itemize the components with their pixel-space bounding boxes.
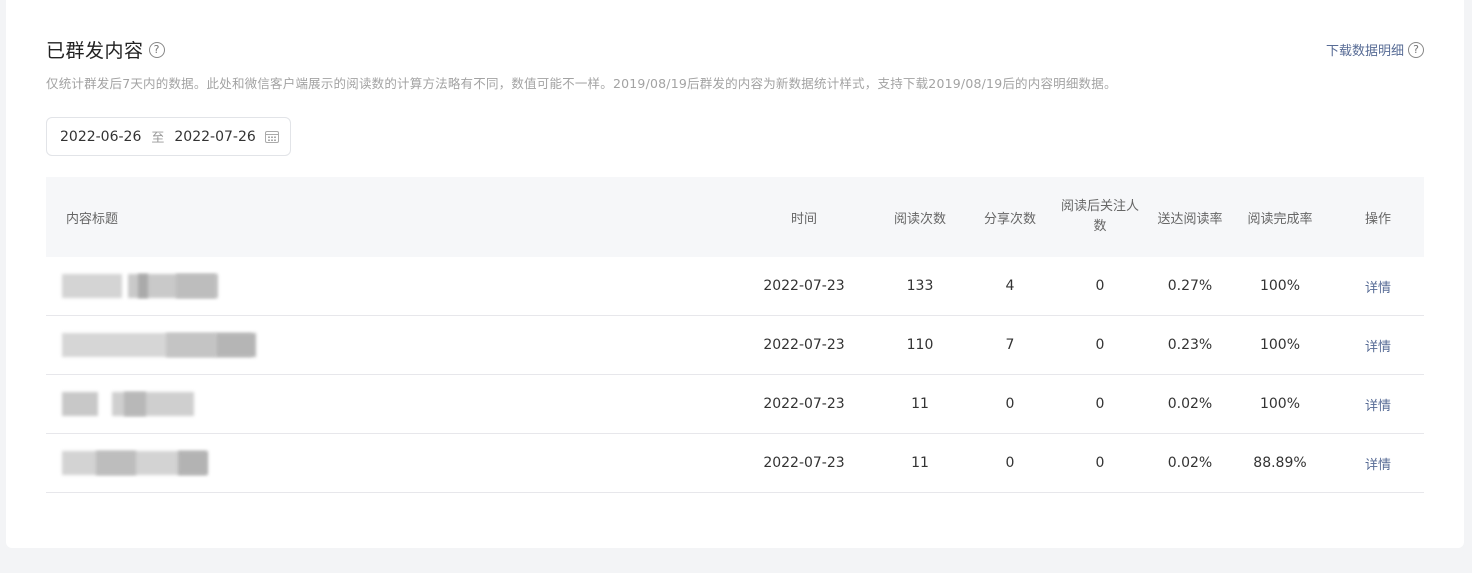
blurred-title [62,333,728,357]
help-icon[interactable]: ? [148,41,165,58]
title-cell[interactable] [46,333,728,357]
reads-cell: 11 [911,396,929,412]
col-completion-rate: 阅读完成率 [1247,211,1313,227]
reads-cell: 11 [911,455,929,471]
completion-rate-cell: 100% [1259,278,1301,294]
title-cell[interactable] [46,451,728,475]
delivery-rate-cell: 0.23% [1167,337,1213,353]
follows-cell: 0 [1095,278,1105,294]
blurred-title [62,451,728,475]
reads-cell: 110 [906,337,934,353]
col-delivery-rate: 送达阅读率 [1157,211,1223,227]
content-table: 内容标题 时间 阅读次数 分享次数 阅读后关注人数 送达阅读率 阅读完成率 操作… [46,177,1424,493]
details-link[interactable]: 详情 [1365,281,1391,296]
reads-cell: 133 [906,278,934,294]
details-link[interactable]: 详情 [1365,399,1391,414]
completion-rate-cell: 100% [1259,396,1301,412]
table-row: 2022-07-23 110 7 0 0.23% 100% 详情 [46,316,1424,375]
shares-cell: 4 [1005,278,1015,294]
title-row: 已群发内容 ? [46,36,165,63]
completion-rate-cell: 100% [1259,337,1301,353]
blurred-title [62,392,728,416]
table-row: 2022-07-23 11 0 0 0.02% 100% 详情 [46,375,1424,434]
description-text: 仅统计群发后7天内的数据。此处和微信客户端展示的阅读数的计算方法略有不同，数值可… [46,76,1117,91]
end-date[interactable]: 2022-07-26 [174,129,255,145]
download-help-icon[interactable]: ? [1408,41,1424,58]
col-action: 操作 [1364,211,1391,227]
table-row: 2022-07-23 133 4 0 0.27% 100% 详情 [46,257,1424,316]
delivery-rate-cell: 0.27% [1167,278,1213,294]
col-reads: 阅读次数 [893,211,946,227]
delivery-rate-cell: 0.02% [1167,396,1213,412]
details-link[interactable]: 详情 [1365,458,1391,473]
blurred-title [62,274,728,298]
time-cell: 2022-07-23 [763,337,845,353]
time-cell: 2022-07-23 [763,278,845,294]
title-cell[interactable] [46,274,728,298]
date-range-picker[interactable]: 2022-06-26 至 2022-07-26 [46,117,291,156]
calendar-icon[interactable] [265,130,279,143]
follows-cell: 0 [1095,455,1105,471]
col-follows: 阅读后关注人数 [1060,199,1139,234]
table-row: 2022-07-23 11 0 0 0.02% 88.89% 详情 [46,434,1424,493]
follows-cell: 0 [1095,396,1105,412]
shares-cell: 0 [1005,455,1015,471]
shares-cell: 0 [1005,396,1015,412]
delivery-rate-cell: 0.02% [1167,455,1213,471]
shares-cell: 7 [1005,337,1015,353]
date-separator: 至 [151,131,165,146]
details-link[interactable]: 详情 [1365,340,1391,355]
col-time: 时间 [790,211,817,227]
content-card: 已群发内容 ? 下载数据明细 ? 仅统计群发后7天内的数据。此处和微信客户端展示… [6,0,1464,548]
time-cell: 2022-07-23 [763,396,845,412]
download-label[interactable]: 下载数据明细 [1326,40,1404,59]
col-shares: 分享次数 [983,211,1036,227]
follows-cell: 0 [1095,337,1105,353]
download-details-button[interactable]: 下载数据明细 ? [1326,40,1424,59]
col-title: 内容标题 [66,211,119,227]
completion-rate-cell: 88.89% [1253,455,1307,471]
time-cell: 2022-07-23 [763,455,845,471]
title-cell[interactable] [46,392,728,416]
table-header: 内容标题 时间 阅读次数 分享次数 阅读后关注人数 送达阅读率 阅读完成率 操作 [46,177,1424,257]
start-date[interactable]: 2022-06-26 [60,129,141,145]
page-title: 已群发内容 [46,40,144,62]
